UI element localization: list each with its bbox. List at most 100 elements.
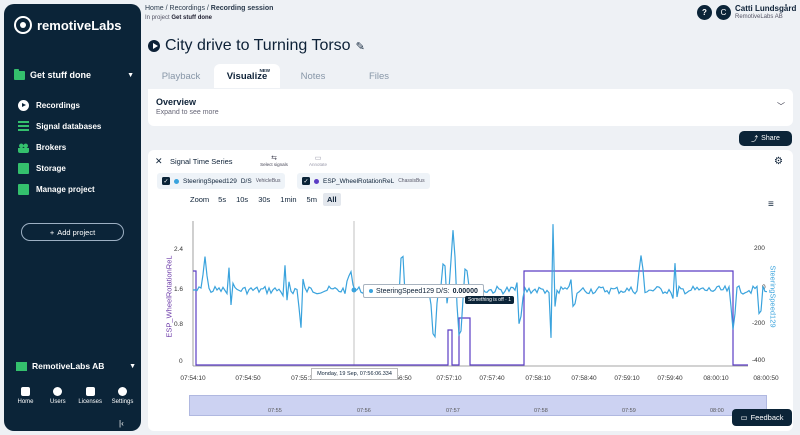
sidebar-item-storage[interactable]: Storage xyxy=(18,158,101,179)
signal-chip-wheel[interactable]: ✓ ESP_WheelRotationReL ChassisBus xyxy=(297,173,430,189)
tab-files[interactable]: Files xyxy=(346,64,412,88)
series-color-dot xyxy=(174,178,179,184)
crumb-recordings[interactable]: Recordings xyxy=(170,5,205,12)
feedback-button[interactable]: ▭ Feedback xyxy=(732,409,792,426)
x-tick: 07:54:50 xyxy=(235,375,261,382)
help-button[interactable]: ? xyxy=(697,5,712,20)
x-tick: 07:55:3 xyxy=(291,375,313,382)
x-tick: 07:54:10 xyxy=(180,375,206,382)
brand-name: remotiveLabs xyxy=(37,17,122,33)
share-icon: ⤴ xyxy=(751,135,759,143)
org-selector[interactable]: RemotiveLabs AB ▼ xyxy=(16,361,136,371)
checkbox-checked-icon[interactable]: ✓ xyxy=(162,177,170,185)
collapse-sidebar-icon[interactable]: |‹ xyxy=(119,419,124,428)
x-tick: 07:57:10 xyxy=(436,375,462,382)
nav-users-label: Users xyxy=(49,399,66,405)
left-tick: 1.6 xyxy=(174,286,184,293)
close-icon[interactable]: ✕ xyxy=(155,156,163,167)
building-icon xyxy=(16,361,27,371)
users-icon xyxy=(53,387,63,396)
overview-title: Overview xyxy=(156,97,197,107)
zoom-controls: Zoom 5s 10s 30s 1min 5m All xyxy=(190,193,341,206)
zoom-5s[interactable]: 5s xyxy=(214,193,230,206)
zoom-1min[interactable]: 1min xyxy=(276,193,300,206)
crumb-home[interactable]: Home xyxy=(145,5,164,12)
series-color-dot xyxy=(314,178,319,184)
left-tick: 0 xyxy=(179,358,183,365)
feedback-label: Feedback xyxy=(750,413,784,422)
navigator-tick: 07:59 xyxy=(622,408,636,414)
right-tick: 0 xyxy=(762,284,766,291)
left-tick: 2.4 xyxy=(174,246,184,253)
sidebar-item-manage-project[interactable]: Manage project xyxy=(18,179,101,200)
nav-settings[interactable]: Settings xyxy=(107,387,138,405)
play-circle-icon[interactable] xyxy=(148,40,160,52)
avatar[interactable]: C xyxy=(716,5,731,20)
hamburger-menu-icon[interactable]: ≡ xyxy=(768,199,774,210)
page-title: City drive to Turning Torso ✎ xyxy=(148,37,365,55)
panel-title: Signal Time Series xyxy=(170,157,233,166)
add-project-label: Add project xyxy=(57,227,96,237)
nav-licenses-label: Licenses xyxy=(78,399,102,405)
tooltip-value: 0.00000 xyxy=(452,287,478,295)
tab-label: Notes xyxy=(300,70,326,82)
x-tick: 07:59:10 xyxy=(614,375,640,382)
zoom-all[interactable]: All xyxy=(322,193,341,206)
x-tooltip: Monday, 19 Sep, 07:56:06.334 xyxy=(311,368,398,380)
gear-icon[interactable]: ⚙ xyxy=(774,156,783,167)
sidebar-nav: Recordings Signal databases Brokers Stor… xyxy=(18,95,101,200)
zoom-label: Zoom xyxy=(190,195,210,204)
licenses-icon xyxy=(85,387,95,396)
sidebar-item-label: Brokers xyxy=(36,143,67,152)
project-selector[interactable]: Get stuff done ▼ xyxy=(14,68,134,80)
sidebar-item-signal-databases[interactable]: Signal databases xyxy=(18,116,101,137)
navigator-tick: 07:55 xyxy=(268,408,282,414)
left-axis-label: ESP_WheelRotationReL xyxy=(164,255,174,338)
manage-project-icon xyxy=(18,184,29,195)
tab-playback[interactable]: Playback xyxy=(148,64,214,88)
right-axis-label: SteeringSpeed129 xyxy=(768,265,778,328)
caret-down-icon: ▼ xyxy=(129,362,136,370)
settings-icon xyxy=(117,387,127,396)
select-signals-button[interactable]: ⇆ Select signals xyxy=(254,155,294,167)
share-button[interactable]: ⤴ Share xyxy=(739,131,792,146)
annotate-icon: ▭ xyxy=(314,155,322,162)
annotate-button[interactable]: ▭ Annotate xyxy=(298,155,338,167)
sidebar-item-label: Recordings xyxy=(36,101,81,110)
chip-unit: D/S xyxy=(240,177,252,185)
x-tick: 08:00:10 xyxy=(703,375,729,382)
zoom-5m[interactable]: 5m xyxy=(303,193,321,206)
zoom-30s[interactable]: 30s xyxy=(254,193,274,206)
select-signals-label: Select signals xyxy=(260,162,288,167)
pencil-icon[interactable]: ✎ xyxy=(356,40,365,53)
user-name: Catti Lundsgård xyxy=(735,4,797,13)
sidebar-item-recordings[interactable]: Recordings xyxy=(18,95,101,116)
chevron-down-icon[interactable]: ﹀ xyxy=(777,101,785,112)
right-tick: -200 xyxy=(752,320,766,327)
x-tick: 07:59:40 xyxy=(657,375,683,382)
tab-notes[interactable]: Notes xyxy=(280,64,346,88)
nav-users[interactable]: Users xyxy=(42,387,73,405)
in-project-name: Get stuff done xyxy=(171,15,213,21)
navigator-tick: 07:58 xyxy=(534,408,548,414)
checkbox-checked-icon[interactable]: ✓ xyxy=(302,177,310,185)
right-tick: 200 xyxy=(754,245,765,252)
chip-signal: ESP_WheelRotationReL xyxy=(323,177,395,185)
logo-icon xyxy=(14,16,32,34)
nav-settings-label: Settings xyxy=(111,399,134,405)
sidebar-item-brokers[interactable]: Brokers xyxy=(18,137,101,158)
tab-visualize[interactable]: Visualize NEW xyxy=(214,64,280,88)
nav-licenses[interactable]: Licenses xyxy=(75,387,106,405)
sidebar-item-label: Signal databases xyxy=(36,122,102,131)
overview-panel[interactable]: Overview Expand to see more ﹀ xyxy=(148,89,793,126)
annotation-tag[interactable]: Something is off · 1 xyxy=(465,296,514,304)
add-project-button[interactable]: + Add project xyxy=(21,223,124,241)
nav-home[interactable]: Home xyxy=(10,387,41,405)
navigator-tick: 07:57 xyxy=(446,408,460,414)
zoom-10s[interactable]: 10s xyxy=(232,193,252,206)
user-org: RemotiveLabs AB xyxy=(735,14,783,20)
project-name: Get stuff done xyxy=(30,70,91,80)
sidebar-item-label: Manage project xyxy=(36,185,95,194)
brand-logo[interactable]: remotiveLabs xyxy=(14,16,122,34)
signal-chip-steering[interactable]: ✓ SteeringSpeed129 D/S VehicleBus xyxy=(157,173,286,189)
